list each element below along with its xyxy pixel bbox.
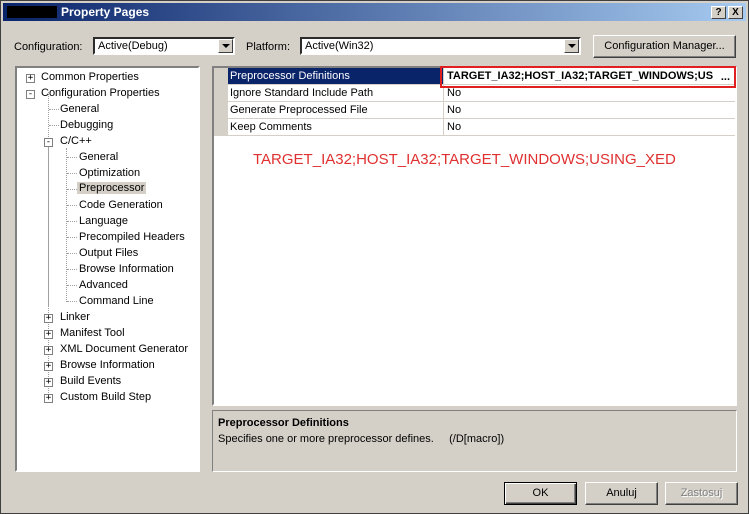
expand-plus-icon[interactable]: + <box>44 314 53 323</box>
tree-item-custom-build-step[interactable]: Custom Build Step <box>60 391 151 403</box>
expand-plus-icon[interactable]: + <box>44 362 53 371</box>
expand-plus-icon[interactable]: + <box>44 394 53 403</box>
tree-connector <box>67 173 77 174</box>
help-icon: ? <box>715 7 722 18</box>
description-title: Preprocessor Definitions <box>218 417 349 429</box>
ellipsis-button[interactable]: ... <box>721 71 730 83</box>
tree-connector <box>67 237 77 238</box>
expand-plus-icon[interactable]: + <box>44 346 53 355</box>
platform-label: Platform: <box>246 41 291 53</box>
apply-button[interactable]: Zastosuj <box>665 482 738 505</box>
tree-connector <box>67 157 77 158</box>
configuration-dropdown[interactable]: Active(Debug) <box>93 37 235 55</box>
property-value[interactable]: No <box>443 119 733 135</box>
tree-item-language[interactable]: Language <box>79 215 128 227</box>
ok-button[interactable]: OK <box>504 482 577 505</box>
row-gutter <box>214 85 228 101</box>
window-title: Property Pages <box>61 5 150 19</box>
tree-item-common-properties[interactable]: Common Properties <box>41 71 139 83</box>
chevron-down-icon[interactable] <box>218 39 233 53</box>
tree-item-optimization[interactable]: Optimization <box>79 167 140 179</box>
property-name[interactable]: Ignore Standard Include Path <box>230 87 442 99</box>
chevron-down-icon[interactable] <box>564 39 579 53</box>
annotation-text: TARGET_IA32;HOST_IA32;TARGET_WINDOWS;USI… <box>253 151 676 168</box>
grid-row-keep-comments[interactable]: Keep Comments No <box>214 119 735 136</box>
tree-connector <box>48 146 49 306</box>
property-value[interactable]: No <box>443 102 733 118</box>
property-name[interactable]: Generate Preprocessed File <box>230 104 442 116</box>
property-grid[interactable]: Preprocessor Definitions TARGET_IA32;HOS… <box>212 66 737 406</box>
value-highlight-box: ... <box>440 66 736 88</box>
tree-item-precompiled-headers[interactable]: Precompiled Headers <box>79 231 185 243</box>
grid-row-generate-preprocessed-file[interactable]: Generate Preprocessed File No <box>214 102 735 119</box>
close-icon: X <box>732 7 739 18</box>
tree-item-output-files[interactable]: Output Files <box>79 247 138 259</box>
description-text: Specifies one or more preprocessor defin… <box>218 433 505 445</box>
row-gutter <box>214 102 228 118</box>
tree-connector <box>49 125 59 126</box>
tree-connector <box>67 189 77 190</box>
property-tree[interactable]: + Common Properties - Configuration Prop… <box>15 66 200 472</box>
tree-item-manifest-tool[interactable]: Manifest Tool <box>60 327 125 339</box>
help-button[interactable]: ? <box>711 6 726 19</box>
tree-item-debugging[interactable]: Debugging <box>60 119 113 131</box>
tree-item-preprocessor[interactable]: Preprocessor <box>77 182 147 194</box>
tree-connector <box>67 221 77 222</box>
tree-item-cpp[interactable]: C/C++ <box>60 135 92 147</box>
expand-plus-icon[interactable]: + <box>26 74 35 83</box>
tree-item-browse-information[interactable]: Browse Information <box>60 359 155 371</box>
tree-item-general[interactable]: General <box>60 103 99 115</box>
configuration-value: Active(Debug) <box>98 40 168 52</box>
tree-item-code-generation[interactable]: Code Generation <box>79 199 163 211</box>
platform-value: Active(Win32) <box>305 40 374 52</box>
cancel-button[interactable]: Anuluj <box>585 482 658 505</box>
tree-item-configuration-properties[interactable]: Configuration Properties <box>41 87 160 99</box>
configuration-manager-button[interactable]: Configuration Manager... <box>593 35 736 58</box>
property-name[interactable]: Preprocessor Definitions <box>228 68 443 84</box>
expand-plus-icon[interactable]: + <box>44 378 53 387</box>
tree-item-linker[interactable]: Linker <box>60 311 90 323</box>
tree-item-cpp-browse-information[interactable]: Browse Information <box>79 263 174 275</box>
platform-dropdown[interactable]: Active(Win32) <box>300 37 581 55</box>
close-button[interactable]: X <box>728 6 743 19</box>
tree-connector <box>67 269 77 270</box>
tree-item-command-line[interactable]: Command Line <box>79 295 154 307</box>
tree-connector <box>67 205 77 206</box>
title-bar[interactable]: Property Pages ? X <box>3 3 746 21</box>
tree-connector <box>66 148 67 302</box>
configuration-label: Configuration: <box>14 41 83 53</box>
tree-item-advanced[interactable]: Advanced <box>79 279 128 291</box>
description-panel: Preprocessor Definitions Specifies one o… <box>212 410 737 472</box>
tree-item-cpp-general[interactable]: General <box>79 151 118 163</box>
collapse-minus-icon[interactable]: - <box>26 90 35 99</box>
expand-plus-icon[interactable]: + <box>44 330 53 339</box>
property-pages-window: Property Pages ? X Configuration: Active… <box>0 0 749 514</box>
tree-connector <box>67 253 77 254</box>
tree-item-build-events[interactable]: Build Events <box>60 375 121 387</box>
tree-connector <box>67 301 77 302</box>
property-name[interactable]: Keep Comments <box>230 121 442 133</box>
row-gutter <box>214 119 228 135</box>
tree-connector <box>49 109 59 110</box>
row-gutter <box>214 68 228 84</box>
tree-item-xml-document-generator[interactable]: XML Document Generator <box>60 343 188 355</box>
collapse-minus-icon[interactable]: - <box>44 138 53 147</box>
redacted-title-prefix <box>7 6 57 18</box>
tree-connector <box>67 285 77 286</box>
